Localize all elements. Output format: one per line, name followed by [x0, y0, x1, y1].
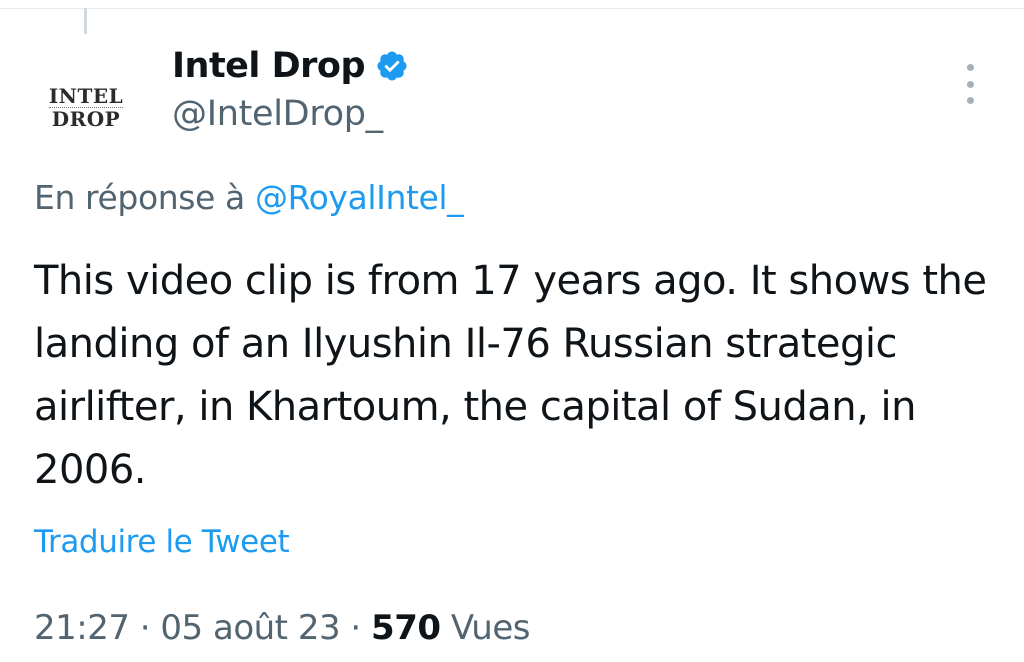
more-dot — [966, 97, 974, 104]
reply-context: En réponse à @RoyalIntel_ — [34, 178, 464, 217]
author-handle[interactable]: @IntelDrop_ — [172, 94, 383, 134]
views-count[interactable]: 570 — [371, 608, 441, 648]
more-dot — [966, 64, 974, 71]
views-label: Vues — [450, 608, 531, 648]
verified-badge-icon — [375, 49, 409, 83]
tweet-date[interactable]: 05 août 23 — [160, 608, 340, 648]
reply-prefix: En réponse à — [34, 178, 245, 217]
more-dot — [966, 80, 974, 88]
tweet-text: This video clip is from 17 years ago. It… — [34, 258, 987, 493]
tweet-meta: 21:27 · 05 août 23 · 570 Vues — [34, 608, 530, 648]
avatar[interactable]: INTEL DROP — [30, 52, 142, 164]
thread-connector-line — [84, 8, 87, 34]
meta-separator: · — [350, 608, 361, 648]
top-divider — [0, 0, 1024, 9]
avatar-logo-line2: DROP — [51, 107, 121, 131]
avatar-logo-line1: INTEL — [48, 84, 124, 108]
translate-tweet-link[interactable]: Traduire le Tweet — [34, 524, 290, 560]
tweet-time[interactable]: 21:27 — [34, 608, 130, 648]
tweet-page: INTEL DROP Intel Drop @IntelDrop_ En rép… — [0, 0, 1024, 662]
meta-separator: · — [139, 608, 151, 648]
author-display-name[interactable]: Intel Drop — [172, 46, 366, 86]
more-vertical-icon[interactable] — [956, 64, 984, 104]
reply-mention-link[interactable]: @RoyalIntel_ — [255, 178, 464, 217]
author-name-row[interactable]: Intel Drop — [172, 46, 409, 86]
